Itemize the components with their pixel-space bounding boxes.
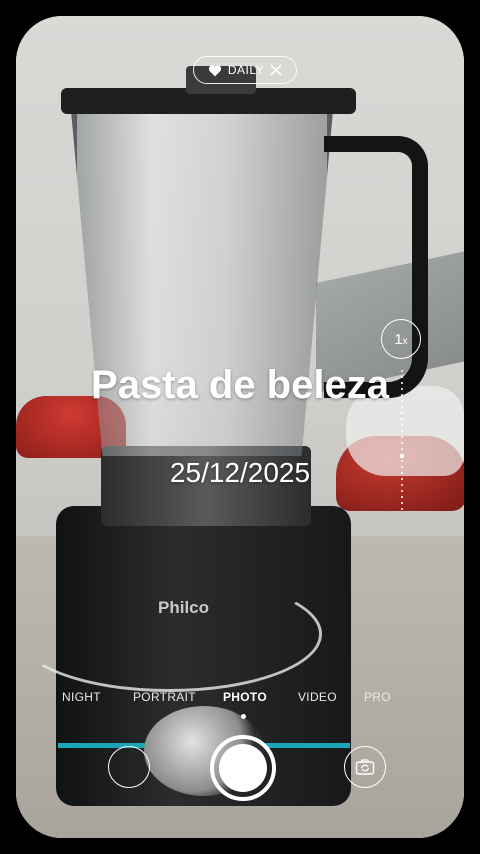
zoom-tick (401, 376, 403, 378)
zoom-tick (401, 460, 403, 462)
blender-cord (16, 576, 322, 692)
zoom-tick (401, 442, 403, 444)
shutter-button[interactable] (210, 735, 276, 801)
mode-night[interactable]: NIGHT (62, 690, 101, 704)
zoom-tick (401, 496, 403, 498)
mode-portrait[interactable]: PORTRAIT (133, 690, 196, 704)
mode-pro[interactable]: PRO (364, 690, 391, 704)
daily-badge[interactable]: DAILY (193, 56, 297, 84)
zoom-tick (401, 436, 403, 438)
camera-viewfinder[interactable] (16, 16, 464, 838)
camera-flip-icon (355, 759, 375, 775)
zoom-slider[interactable] (399, 370, 405, 512)
mode-video[interactable]: VIDEO (298, 690, 337, 704)
zoom-tick (401, 394, 403, 396)
active-mode-indicator (241, 714, 246, 719)
zoom-tick (401, 430, 403, 432)
zoom-tick (401, 382, 403, 384)
zoom-tick (401, 478, 403, 480)
gallery-thumbnail-icon[interactable] (108, 746, 150, 788)
mode-photo[interactable]: PHOTO (223, 690, 267, 704)
zoom-tick (401, 406, 403, 408)
zoom-tick (401, 448, 403, 450)
zoom-tick (401, 508, 403, 510)
heart-icon (208, 64, 222, 77)
zoom-tick (401, 412, 403, 414)
zoom-value: 1 (394, 330, 403, 348)
daily-badge-label: DAILY (227, 63, 265, 77)
zoom-tick (401, 484, 403, 486)
zoom-tick (401, 466, 403, 468)
zoom-tick (400, 454, 404, 458)
zoom-tick (401, 424, 403, 426)
zoom-tick (401, 490, 403, 492)
zoom-tick (401, 472, 403, 474)
zoom-tick (401, 400, 403, 402)
zoom-tick (401, 502, 403, 504)
camera-mode-bar: NIGHT PORTRAIT PHOTO VIDEO PRO (0, 690, 480, 710)
blender-brand-label: Philco (158, 598, 210, 617)
overlay-title: Pasta de beleza (91, 363, 389, 407)
blender-handle (324, 136, 428, 398)
close-icon[interactable] (270, 64, 282, 76)
zoom-button[interactable]: 1x (381, 319, 421, 359)
zoom-tick (401, 370, 403, 372)
zoom-tick (401, 418, 403, 420)
overlay-date: 25/12/2025 (169, 457, 311, 488)
shutter-icon (219, 744, 267, 792)
camera-flip-button[interactable] (344, 746, 386, 788)
zoom-tick (401, 388, 403, 390)
zoom-unit: x (402, 335, 408, 347)
